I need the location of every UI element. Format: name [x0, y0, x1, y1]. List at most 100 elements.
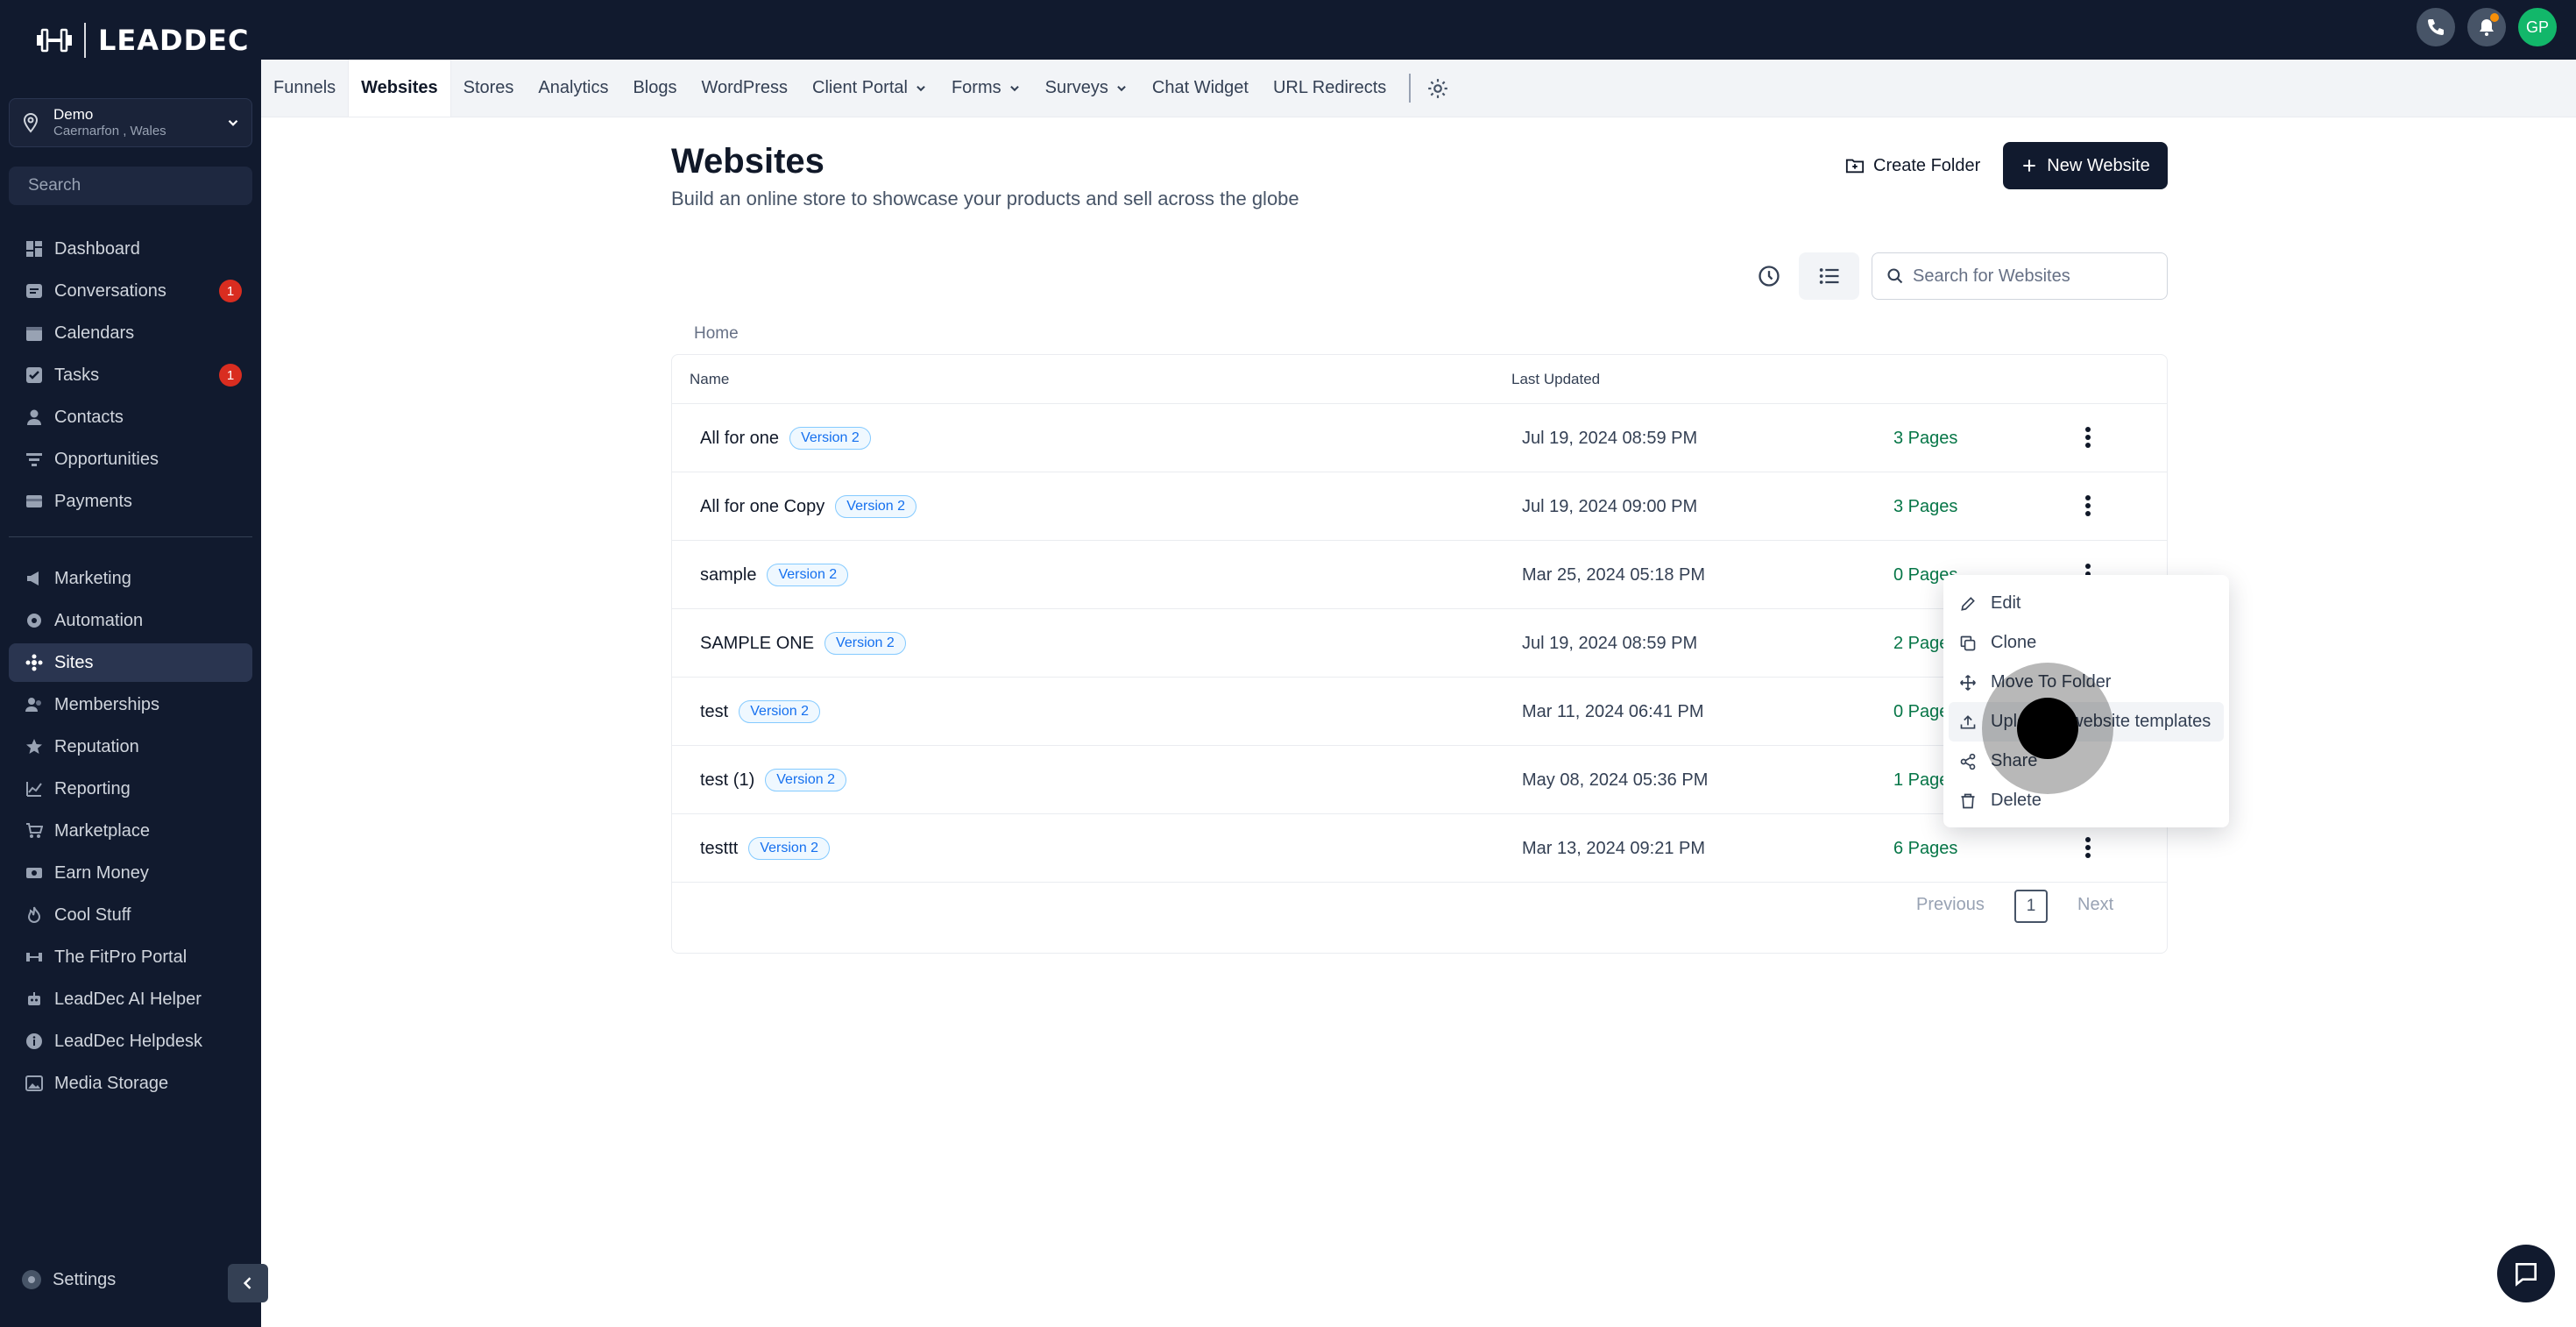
recent-view-button[interactable] — [1738, 252, 1799, 300]
sidebar-item-memberships[interactable]: Memberships — [9, 685, 252, 724]
website-name[interactable]: SAMPLE ONE — [700, 634, 814, 654]
row-actions-button[interactable] — [2074, 488, 2102, 523]
sidebar-item-tasks[interactable]: Tasks 1 — [9, 356, 252, 394]
tab-chat-widget[interactable]: Chat Widget — [1140, 60, 1261, 117]
row-actions-button[interactable] — [2074, 420, 2102, 455]
sidebar-item-label: Earn Money — [54, 862, 149, 883]
website-name[interactable]: sample — [700, 565, 756, 585]
brand-name: LEADDEC — [98, 24, 250, 57]
menu-item-edit[interactable]: Edit — [1949, 584, 2224, 623]
sidebar-item-earn-money[interactable]: Earn Money — [9, 854, 252, 892]
table-header: Name Last Updated — [672, 355, 2167, 404]
tab-wordpress[interactable]: WordPress — [689, 60, 800, 117]
version-badge: Version 2 — [748, 837, 831, 860]
page-number-button[interactable]: 1 — [2014, 890, 2048, 923]
website-name[interactable]: test (1) — [700, 770, 754, 791]
website-name[interactable]: All for one — [700, 429, 779, 449]
tab-analytics[interactable]: Analytics — [526, 60, 620, 117]
notifications-button[interactable] — [2467, 8, 2506, 46]
table-row[interactable]: All for one Version 2 Jul 19, 2024 08:59 … — [672, 404, 2167, 472]
website-name[interactable]: testtt — [700, 839, 738, 859]
version-badge: Version 2 — [824, 632, 906, 655]
menu-item-clone[interactable]: Clone — [1949, 623, 2224, 663]
chevron-down-icon — [228, 119, 238, 126]
account-switcher[interactable]: Demo Caernarfon , Wales — [9, 98, 252, 147]
sidebar-item-fitpro-portal[interactable]: The FitPro Portal — [9, 938, 252, 976]
collapse-sidebar-button[interactable] — [228, 1264, 268, 1302]
pages-count[interactable]: 3 Pages — [1893, 404, 1957, 472]
menu-item-delete[interactable]: Delete — [1949, 781, 2224, 820]
tab-surveys[interactable]: Surveys — [1033, 60, 1140, 117]
cursor-pointer — [2017, 698, 2078, 759]
tab-funnels[interactable]: Funnels — [261, 60, 348, 117]
tab-label: Surveys — [1044, 78, 1108, 97]
chevron-left-icon — [243, 1277, 251, 1289]
previous-page-button[interactable]: Previous — [1916, 895, 1985, 915]
chat-launcher-button[interactable] — [2497, 1245, 2555, 1302]
sidebar-nav-secondary: Marketing Automation Sites Memberships R… — [9, 559, 252, 1106]
tab-label: Stores — [463, 78, 514, 97]
last-updated: May 08, 2024 05:36 PM — [1522, 770, 1709, 790]
page-title: Websites — [671, 142, 824, 181]
list-view-button[interactable] — [1799, 252, 1859, 300]
dashboard-icon — [25, 239, 44, 259]
tab-client-portal[interactable]: Client Portal — [800, 60, 939, 117]
move-icon — [1960, 674, 1976, 691]
sidebar-item-marketplace[interactable]: Marketplace — [9, 812, 252, 850]
tab-websites[interactable]: Websites — [348, 60, 451, 117]
notification-dot — [2490, 13, 2499, 22]
tab-label: Forms — [951, 78, 1001, 97]
next-page-button[interactable]: Next — [2077, 895, 2113, 915]
column-header-name: Name — [690, 371, 730, 387]
sidebar-item-label: Automation — [54, 610, 144, 630]
upload-icon — [1960, 714, 1976, 728]
sidebar-item-cool-stuff[interactable]: Cool Stuff — [9, 896, 252, 934]
phone-button[interactable] — [2417, 8, 2455, 46]
sidebar-item-media-storage[interactable]: Media Storage — [9, 1064, 252, 1103]
sidebar-item-ai-helper[interactable]: LeadDec AI Helper — [9, 980, 252, 1018]
sidebar-settings[interactable]: Settings — [21, 1269, 116, 1290]
sidebar-item-reputation[interactable]: Reputation — [9, 727, 252, 766]
account-name: Demo — [53, 106, 94, 123]
cart-icon — [25, 821, 44, 841]
sidebar-item-calendars[interactable]: Calendars — [9, 314, 252, 352]
sidebar-item-conversations[interactable]: Conversations 1 — [9, 272, 252, 310]
sidebar-item-marketing[interactable]: Marketing — [9, 559, 252, 598]
account-location: Caernarfon , Wales — [53, 124, 166, 138]
sidebar-item-helpdesk[interactable]: LeadDec Helpdesk — [9, 1022, 252, 1061]
table-row[interactable]: testtt Version 2 Mar 13, 2024 09:21 PM 6 … — [672, 814, 2167, 883]
sidebar-item-label: LeadDec Helpdesk — [54, 1031, 202, 1051]
breadcrumb[interactable]: Home — [694, 324, 739, 344]
settings-icon — [22, 1270, 41, 1289]
sites-settings-button[interactable] — [1426, 60, 1449, 117]
user-avatar[interactable]: GP — [2518, 8, 2557, 46]
sidebar-item-payments[interactable]: Payments — [9, 482, 252, 521]
pages-count[interactable]: 3 Pages — [1893, 472, 1957, 541]
sidebar-item-sites[interactable]: Sites — [9, 643, 252, 682]
sidebar-item-dashboard[interactable]: Dashboard — [9, 230, 252, 268]
row-actions-button[interactable] — [2074, 830, 2102, 865]
website-search-input[interactable] — [1913, 266, 2153, 287]
info-icon — [25, 1032, 44, 1051]
sidebar-item-opportunities[interactable]: Opportunities — [9, 440, 252, 479]
tab-stores[interactable]: Stores — [451, 60, 527, 117]
tab-label: Websites — [361, 78, 438, 97]
brand-logo[interactable]: LEADDEC — [37, 23, 249, 58]
tab-blogs[interactable]: Blogs — [620, 60, 689, 117]
last-updated: Mar 25, 2024 05:18 PM — [1522, 564, 1706, 585]
website-name[interactable]: All for one Copy — [700, 497, 824, 517]
tab-forms[interactable]: Forms — [939, 60, 1033, 117]
tab-url-redirects[interactable]: URL Redirects — [1261, 60, 1398, 117]
sidebar-item-contacts[interactable]: Contacts — [9, 398, 252, 436]
more-vertical-icon — [2085, 837, 2091, 858]
sidebar-item-label: Conversations — [54, 280, 166, 301]
table-row[interactable]: All for one Copy Version 2 Jul 19, 2024 0… — [672, 472, 2167, 541]
sidebar-item-reporting[interactable]: Reporting — [9, 770, 252, 808]
new-website-button[interactable]: New Website — [2003, 142, 2168, 189]
website-name[interactable]: test — [700, 702, 728, 722]
create-folder-button[interactable]: Create Folder — [1829, 142, 1997, 189]
sidebar-item-automation[interactable]: Automation — [9, 601, 252, 640]
pencil-icon — [1961, 596, 1975, 611]
sidebar-search-input[interactable] — [28, 176, 243, 195]
phone-icon — [2428, 19, 2444, 35]
